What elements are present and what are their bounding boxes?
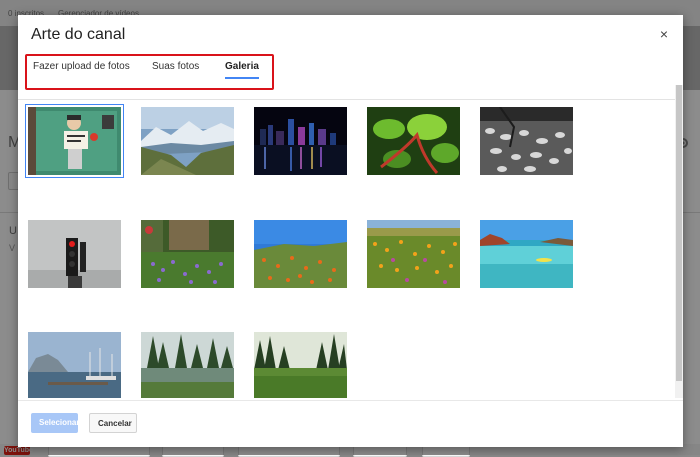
- image-bw-leaves: [480, 107, 573, 175]
- gallery-grid: [18, 100, 675, 398]
- gallery-image-6[interactable]: [28, 220, 121, 288]
- gallery-image-7[interactable]: [141, 220, 234, 288]
- image-harbor-boats: [28, 332, 121, 398]
- image-poppy-field: [254, 220, 347, 288]
- dialog-footer: Selecionar Cancelar: [18, 400, 683, 448]
- tab-your-photos[interactable]: Suas fotos: [152, 60, 199, 84]
- channel-art-dialog: Arte do canal × Fazer upload de fotos Su…: [18, 15, 683, 447]
- gallery-image-10[interactable]: [480, 220, 573, 288]
- image-forest-clearing: [254, 332, 347, 398]
- scrollbar-thumb[interactable]: [676, 85, 682, 381]
- gallery-image-4[interactable]: [367, 107, 460, 175]
- gallery-image-8[interactable]: [254, 220, 347, 288]
- image-mountain-valley: [141, 107, 234, 175]
- select-button[interactable]: Selecionar: [31, 413, 79, 433]
- cancel-button[interactable]: Cancelar: [89, 413, 137, 433]
- dialog-title: Arte do canal: [31, 26, 126, 43]
- image-traffic-light: [28, 220, 121, 288]
- gallery-image-3[interactable]: [254, 107, 347, 175]
- gallery-image-1[interactable]: [25, 104, 124, 178]
- gallery-image-12[interactable]: [141, 332, 234, 398]
- gallery-image-9[interactable]: [367, 220, 460, 288]
- gallery-image-5[interactable]: [480, 107, 573, 175]
- image-pine-pond: [141, 332, 234, 398]
- gallery-image-11[interactable]: [28, 332, 121, 398]
- image-purple-flowers: [141, 220, 234, 288]
- tab-gallery[interactable]: Galeria: [225, 60, 259, 84]
- image-girl-sign: [28, 107, 121, 175]
- image-city-night: [254, 107, 347, 175]
- tab-bar: Fazer upload de fotos Suas fotos Galeria: [18, 53, 683, 95]
- gallery-image-2[interactable]: [141, 107, 234, 175]
- tab-upload-photos[interactable]: Fazer upload de fotos: [33, 60, 130, 84]
- image-green-leaves: [367, 107, 460, 175]
- close-icon[interactable]: ×: [657, 27, 671, 41]
- image-wildflower-meadow: [367, 220, 460, 288]
- gallery-scrollbar[interactable]: [675, 85, 683, 398]
- image-clear-sea: [480, 220, 573, 288]
- gallery-image-13[interactable]: [254, 332, 347, 398]
